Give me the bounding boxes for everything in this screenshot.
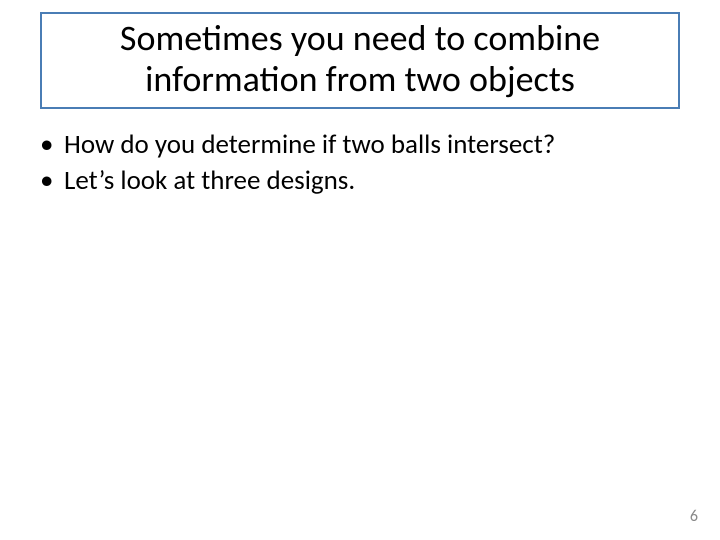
title-line-2: information from two objects [145,57,575,101]
slide-title: Sometimes you need to combine informatio… [40,12,680,109]
bullet-text: How do you determine if two balls inters… [64,128,688,162]
list-item: • Let’s look at three designs. [38,164,688,198]
slide-body: • How do you determine if two balls inte… [38,128,688,200]
slide: Sometimes you need to combine informatio… [0,0,720,540]
page-number: 6 [690,507,698,526]
bullet-icon: • [38,128,64,162]
bullet-icon: • [38,164,64,198]
bullet-text: Let’s look at three designs. [64,164,688,198]
title-line-1: Sometimes you need to combine [120,16,600,60]
list-item: • How do you determine if two balls inte… [38,128,688,162]
